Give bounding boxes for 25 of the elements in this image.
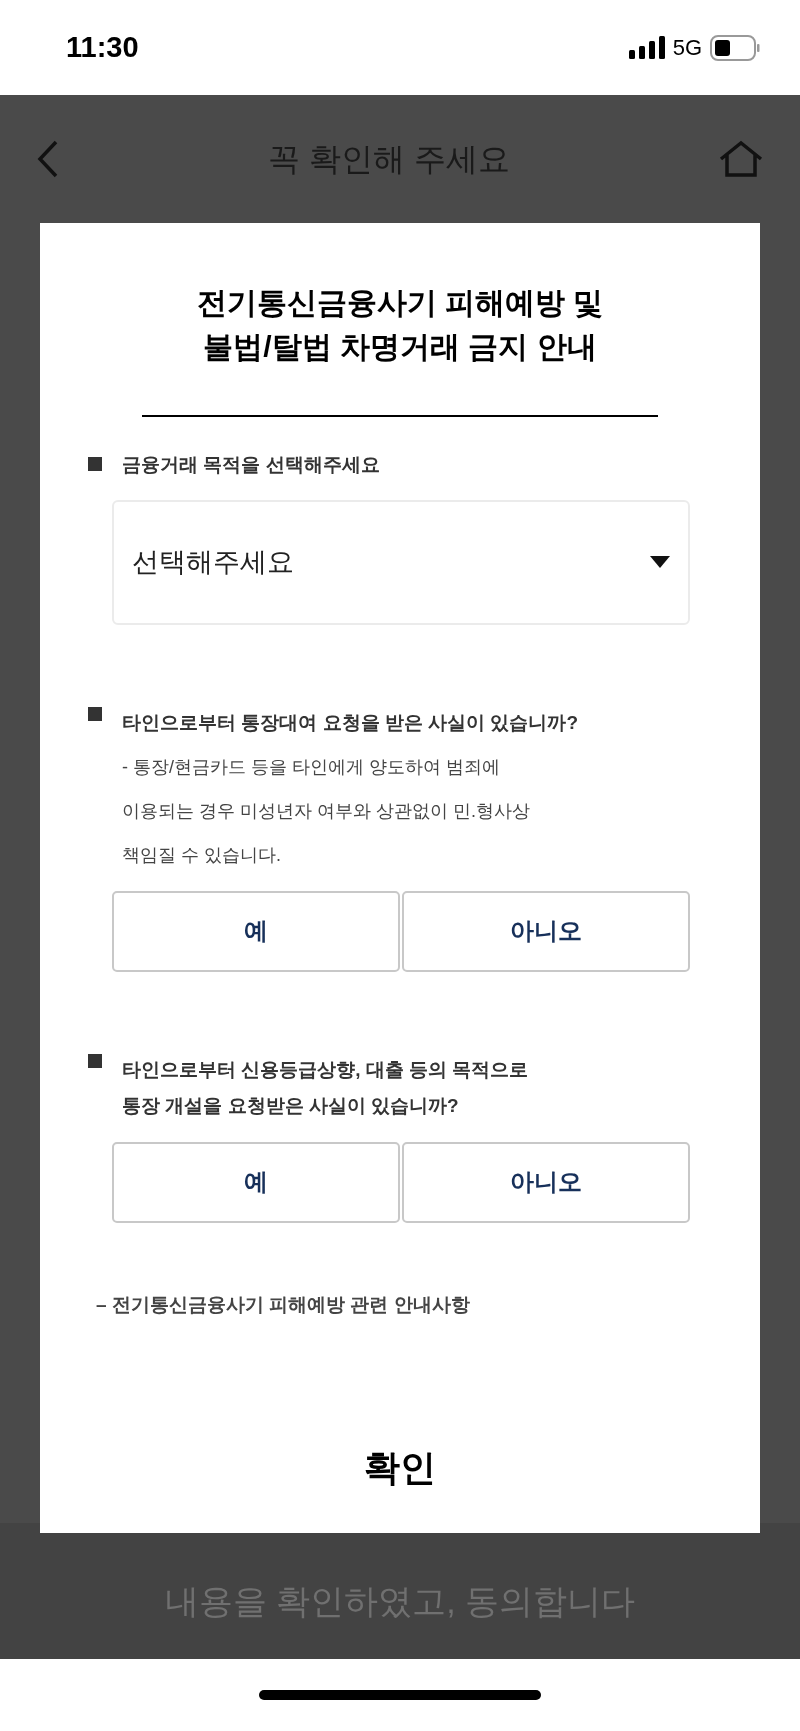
network-label: 5G [672, 34, 702, 62]
dialog-title: 전기통신금융사기 피해예방 및 [196, 285, 604, 321]
battery-icon [710, 34, 760, 61]
answer-button[interactable]: 아니오 [402, 890, 690, 972]
notice-heading: – 전기통신금융사기 피해예방 관련 안내사항 [96, 1293, 470, 1315]
warning-note: 책임질 수 있습니다. [122, 843, 282, 867]
warning-note: - 통장/현금카드 등을 타인에게 양도하여 범죄에 [122, 755, 501, 779]
status-time: 11:30 [66, 29, 139, 65]
home-icon[interactable] [718, 140, 764, 178]
warning-note: 이용되는 경우 미성년자 여부와 상관없이 민.형사상 [122, 799, 531, 823]
answer-button[interactable]: 예 [112, 890, 400, 972]
square-bullet-icon [88, 706, 102, 721]
signal-icon [628, 35, 665, 60]
question-text: 타인으로부터 통장대여 요청을 받은 사실이 있습니까? [122, 710, 578, 735]
answer-button[interactable]: 예 [112, 1141, 400, 1223]
section-heading: 금융거래 목적을 선택해주세요 [122, 453, 380, 477]
question-text: 타인으로부터 신용등급상향, 대출 등의 목적으로 [122, 1057, 529, 1082]
square-bullet-icon [88, 1053, 102, 1068]
back-icon[interactable] [36, 139, 60, 179]
square-bullet-icon [88, 457, 102, 471]
answer-button[interactable]: 아니오 [402, 1141, 690, 1223]
dialog-title: 불법/탈법 차명거래 금지 안내 [203, 329, 597, 365]
question-text: 통장 개설을 요청받은 사실이 있습니까? [122, 1093, 460, 1118]
purpose-select[interactable]: 선택해주세요 [112, 499, 690, 625]
dropdown-caret-icon [650, 556, 670, 568]
